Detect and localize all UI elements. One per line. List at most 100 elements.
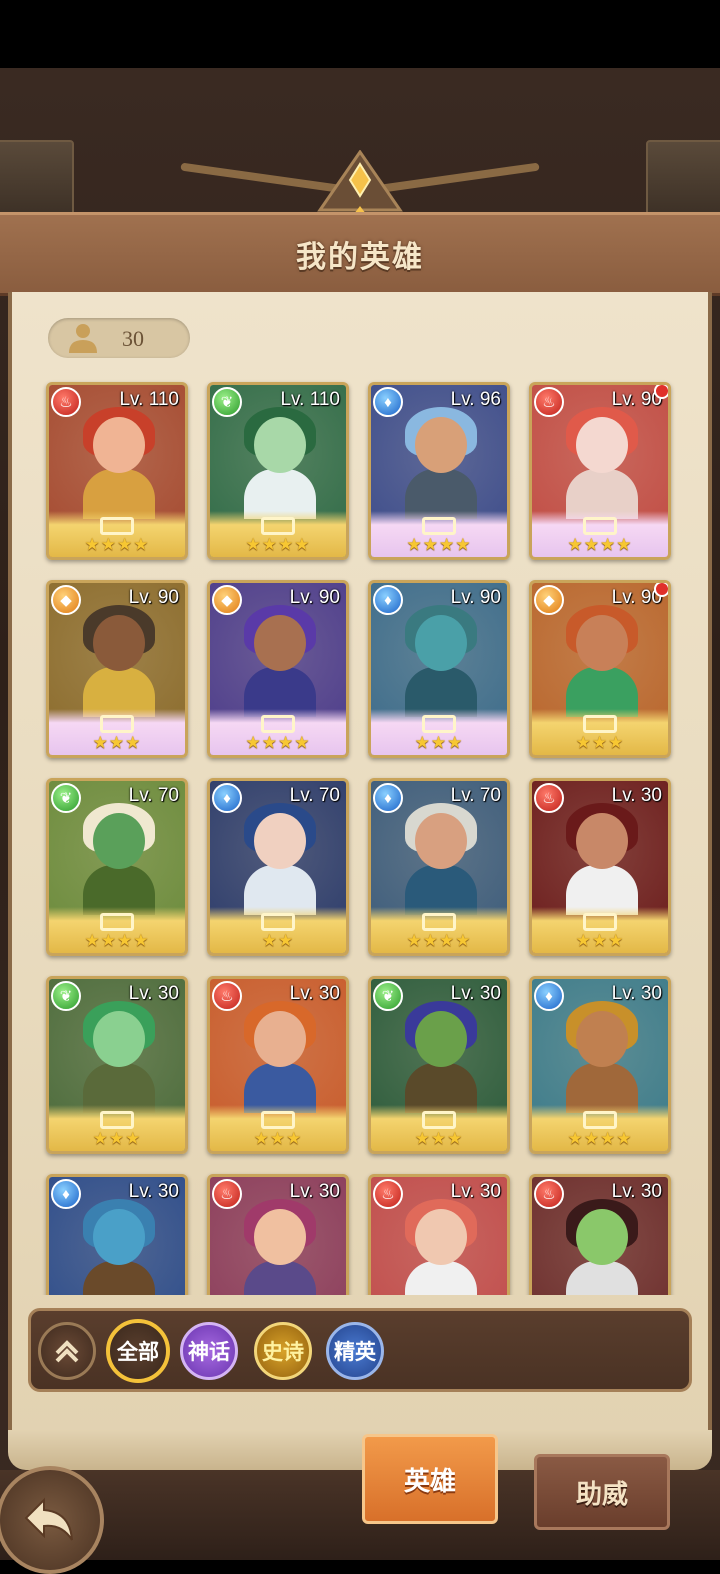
fire-element-icon: ♨ — [534, 387, 564, 417]
hero-figure — [79, 803, 159, 915]
water-element-icon: ♦ — [373, 387, 403, 417]
hero-face — [576, 615, 628, 671]
star-rating: ★★★ — [575, 733, 625, 752]
hero-level: Lv. 70 — [128, 785, 179, 806]
hero-figure — [401, 1001, 481, 1113]
hero-face — [576, 813, 628, 869]
hero-card[interactable]: ★★★★ Lv. 70 ❦ — [46, 778, 188, 956]
hero-card[interactable]: ★★★★ Lv. 70 ♦ — [368, 778, 510, 956]
hero-level: Lv. 90 — [450, 587, 501, 608]
hero-face — [93, 417, 145, 473]
rank-emblem-icon — [261, 913, 295, 931]
tab-support[interactable]: 助威 — [534, 1454, 670, 1530]
rank-emblem-icon — [583, 517, 617, 535]
rank-emblem-icon — [422, 517, 456, 535]
hero-face — [576, 1011, 628, 1067]
hero-card[interactable]: ★★★Lv. 30♨ — [207, 1174, 349, 1295]
hero-figure — [562, 605, 642, 717]
fire-element-icon: ♨ — [534, 783, 564, 813]
nature-element-icon: ❦ — [51, 783, 81, 813]
hero-card[interactable]: ★★★Lv. 30♨ — [529, 778, 671, 956]
hero-card[interactable]: ★★★Lv. 30♨ — [368, 1174, 510, 1295]
star-rating: ★★★★ — [84, 931, 150, 950]
hero-figure — [562, 803, 642, 915]
rank-emblem-icon — [261, 1111, 295, 1129]
light-element-icon: ◆ — [212, 585, 242, 615]
water-element-icon: ♦ — [51, 1179, 81, 1209]
tab-heroes[interactable]: 英雄 — [362, 1434, 498, 1524]
hero-figure — [562, 407, 642, 519]
star-rating: ★★★★ — [406, 535, 472, 554]
collapse-filter-button[interactable] — [38, 1322, 96, 1380]
rank-emblem-icon — [100, 517, 134, 535]
hero-figure — [240, 1001, 320, 1113]
nature-element-icon: ❦ — [51, 981, 81, 1011]
star-rating: ★★★ — [92, 733, 142, 752]
hero-body — [566, 1261, 638, 1295]
filter-elite-button[interactable]: 精英 — [326, 1322, 384, 1380]
rank-emblem-icon — [100, 913, 134, 931]
hero-card[interactable]: ★★★Lv. 30♨ — [207, 976, 349, 1154]
hero-figure — [401, 407, 481, 519]
hero-face — [93, 813, 145, 869]
star-rating: ★★★★ — [567, 1129, 633, 1148]
hero-figure — [401, 605, 481, 717]
hero-level: Lv. 96 — [450, 389, 501, 410]
hero-grid[interactable]: ★★★★ Lv. 110 ♨ ★★★★ Lv. 110 ❦ ★★★★ Lv. 96 ♦ ★★★★ L… — [0, 378, 720, 1295]
star-rating: ★★★★ — [245, 733, 311, 752]
hero-card[interactable]: ★★★★ Lv. 90 ◆ — [207, 580, 349, 758]
hero-figure — [401, 1199, 481, 1295]
filter-epic-button[interactable]: 史诗 — [254, 1322, 312, 1380]
hero-card[interactable]: ★★★★ Lv. 110 ♨ — [46, 382, 188, 560]
hero-card[interactable]: ★★★★ Lv. 96 ♦ — [368, 382, 510, 560]
hero-face — [254, 1209, 306, 1265]
rank-emblem-icon — [261, 517, 295, 535]
hero-figure — [79, 605, 159, 717]
hero-figure — [240, 803, 320, 915]
hero-card[interactable]: ★★★★ Lv. 90 ♨ — [529, 382, 671, 560]
hero-face — [415, 615, 467, 671]
star-rating: ★★★ — [253, 1129, 303, 1148]
hero-card[interactable]: ★★ Lv. 70 ♦ — [207, 778, 349, 956]
hero-level: Lv. 30 — [289, 983, 340, 1004]
hero-card[interactable]: ★★★ Lv. 30 ❦ — [368, 976, 510, 1154]
hero-card[interactable]: ★★★ Lv. 30 ❦ — [46, 976, 188, 1154]
rank-emblem-icon — [422, 1111, 456, 1129]
hero-face — [415, 1209, 467, 1265]
filter-myth-button[interactable]: 神话 — [180, 1322, 238, 1380]
water-element-icon: ♦ — [534, 981, 564, 1011]
water-element-icon: ♦ — [373, 783, 403, 813]
hero-figure — [79, 407, 159, 519]
fire-element-icon: ♨ — [373, 1179, 403, 1209]
hero-card[interactable]: ★★★★ Lv. 110 ❦ — [207, 382, 349, 560]
rank-emblem-icon — [261, 715, 295, 733]
hero-face — [254, 417, 306, 473]
rank-emblem-icon — [583, 913, 617, 931]
hero-body — [405, 1261, 477, 1295]
fire-element-icon: ♨ — [534, 1179, 564, 1209]
hero-figure — [401, 803, 481, 915]
hero-card[interactable]: ★★★ Lv. 90 ◆ — [529, 580, 671, 758]
water-element-icon: ♦ — [212, 783, 242, 813]
back-arrow-icon — [24, 1497, 73, 1541]
hero-figure — [240, 407, 320, 519]
hero-card[interactable]: ★★★ Lv. 90 ◆ — [46, 580, 188, 758]
hero-face — [254, 615, 306, 671]
hero-face — [415, 813, 467, 869]
hero-card[interactable]: ★★★ Lv. 90 ♦ — [368, 580, 510, 758]
crest-ornament-icon — [317, 150, 403, 220]
filter-all-button[interactable]: 全部 — [106, 1319, 170, 1383]
hero-card[interactable]: ★★★★ Lv. 30 ♦ — [529, 976, 671, 1154]
back-button[interactable] — [0, 1466, 104, 1574]
hero-level: Lv. 30 — [611, 1181, 662, 1202]
notification-dot — [654, 385, 668, 399]
hero-figure — [79, 1001, 159, 1113]
hero-figure — [240, 605, 320, 717]
hero-level: Lv. 90 — [128, 587, 179, 608]
hero-figure — [562, 1199, 642, 1295]
water-element-icon: ♦ — [373, 585, 403, 615]
hero-card[interactable]: ★★★Lv. 30♨ — [529, 1174, 671, 1295]
hero-figure — [562, 1001, 642, 1113]
hero-level: Lv. 30 — [450, 1181, 501, 1202]
hero-card[interactable]: ★★★Lv. 30♦ — [46, 1174, 188, 1295]
